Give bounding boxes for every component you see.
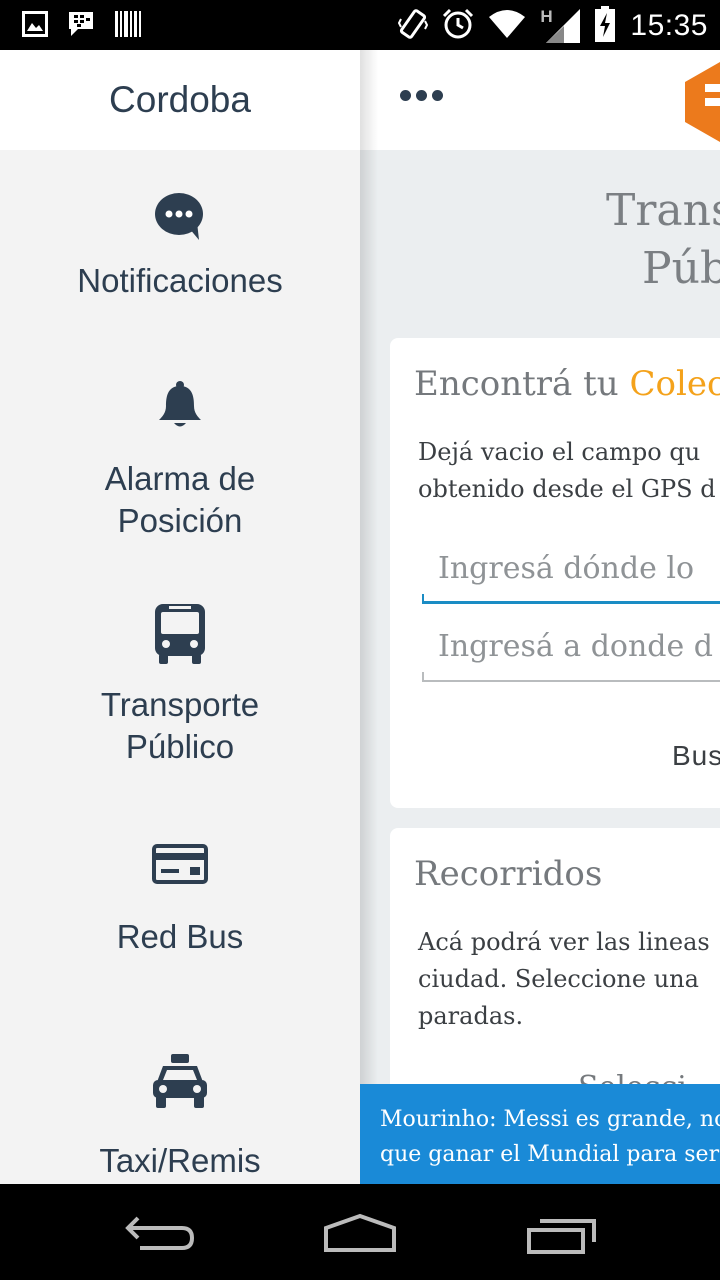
card-icon bbox=[0, 844, 360, 888]
drawer-item-alarma[interactable]: Alarma de Posición bbox=[0, 380, 360, 542]
battery-charging-icon bbox=[594, 6, 616, 46]
drawer-item-notificaciones[interactable]: Notificaciones bbox=[0, 192, 360, 302]
navigation-bar bbox=[0, 1184, 720, 1280]
wifi-icon bbox=[488, 9, 526, 43]
destination-underline-edge bbox=[422, 672, 424, 682]
alarm-icon bbox=[442, 8, 474, 44]
drawer-title: Cordoba bbox=[109, 79, 251, 120]
vibrate-icon bbox=[398, 7, 429, 45]
destination-field[interactable] bbox=[422, 618, 720, 682]
bus-icon bbox=[0, 602, 360, 670]
home-icon[interactable] bbox=[322, 1212, 398, 1258]
ticker-line1: Mourinho: Messi es grande, no bbox=[380, 1107, 720, 1132]
image-icon bbox=[22, 11, 48, 41]
ticker-line2: que ganar el Mundial para ser d bbox=[380, 1142, 720, 1167]
drawer-item-label: Taxi/Remis bbox=[99, 1142, 261, 1179]
drawer-item-transporte[interactable]: Transporte Público bbox=[0, 602, 360, 768]
drawer-item-taxi[interactable]: Taxi/Remis bbox=[0, 1052, 360, 1182]
main-content: Trans Púb Encontrá tu Colect Dejá vacio … bbox=[360, 50, 720, 1184]
clock: 15:35 bbox=[630, 9, 708, 42]
search-button[interactable]: Bus bbox=[672, 740, 720, 772]
back-icon[interactable] bbox=[124, 1214, 196, 1258]
search-card: Encontrá tu Colect Dejá vacio el campo q… bbox=[390, 338, 720, 808]
bell-icon bbox=[0, 380, 360, 434]
drawer-item-label: Red Bus bbox=[116, 918, 244, 955]
recents-icon[interactable] bbox=[526, 1216, 598, 1260]
search-card-desc-line2: obtenido desde el GPS d bbox=[418, 475, 716, 503]
ticker-text: Mourinho: Messi es grande, no que ganar … bbox=[380, 1102, 720, 1172]
drawer-item-label-line2: Público bbox=[125, 728, 235, 765]
bbm-icon bbox=[66, 10, 96, 42]
drawer-item-red-bus[interactable]: Red Bus bbox=[0, 844, 360, 958]
destination-input[interactable] bbox=[422, 618, 720, 674]
origin-field[interactable] bbox=[422, 540, 720, 604]
more-dots-icon[interactable] bbox=[400, 90, 448, 101]
search-card-title: Encontrá tu Colect bbox=[414, 364, 720, 404]
status-bar: H 15:35 bbox=[0, 0, 720, 50]
top-bar bbox=[360, 50, 720, 150]
drawer-item-label-line1: Transporte bbox=[100, 686, 260, 723]
hexagon-logo[interactable] bbox=[685, 62, 720, 146]
origin-underline-edge bbox=[422, 594, 424, 604]
drawer-item-label-line2: Posición bbox=[117, 502, 243, 539]
barcode-icon bbox=[114, 10, 142, 42]
routes-card-desc-line3: paradas. bbox=[418, 1002, 524, 1030]
search-card-desc-line1: Dejá vacio el campo qu bbox=[418, 438, 701, 466]
drawer-item-label: Notificaciones bbox=[77, 262, 283, 299]
origin-input[interactable] bbox=[422, 540, 720, 596]
drawer-header: Cordoba bbox=[0, 50, 360, 150]
taxi-icon bbox=[0, 1052, 360, 1114]
destination-underline bbox=[422, 680, 720, 682]
chat-bubble-icon bbox=[0, 192, 360, 246]
news-ticker[interactable]: Mourinho: Messi es grande, no que ganar … bbox=[360, 1084, 720, 1184]
page-title-line2: Púb bbox=[642, 243, 720, 294]
drawer-item-label-line1: Alarma de bbox=[104, 460, 256, 497]
navigation-drawer: Cordoba Notificaciones Alarma de Posició… bbox=[0, 50, 360, 1184]
search-card-title-accent: Colect bbox=[629, 364, 720, 404]
routes-card-desc-line2: ciudad. Seleccione una bbox=[418, 965, 699, 993]
origin-underline bbox=[422, 601, 720, 604]
signal-icon: H bbox=[540, 7, 581, 43]
routes-card-title: Recorridos bbox=[414, 854, 603, 894]
search-card-title-prefix: Encontrá tu bbox=[414, 364, 630, 404]
page-title-line1: Trans bbox=[606, 185, 720, 236]
routes-card-desc-line1: Acá podrá ver las lineas bbox=[418, 928, 710, 956]
